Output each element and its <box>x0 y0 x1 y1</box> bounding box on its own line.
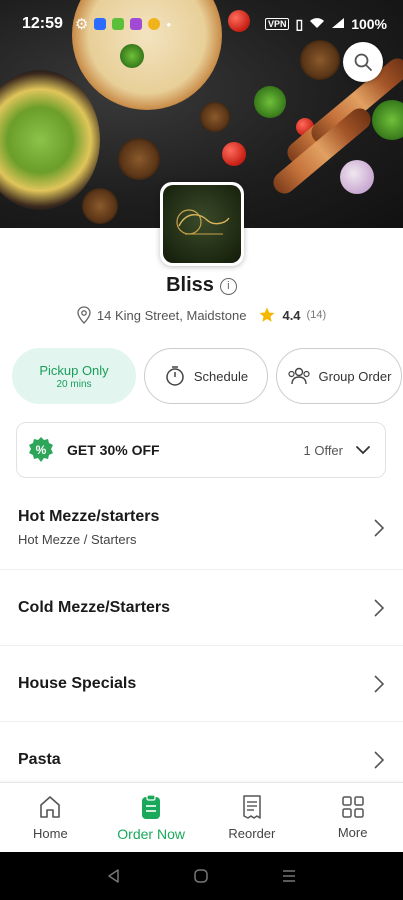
app-icon <box>94 18 107 30</box>
menu-categories: Hot Mezze/starters Hot Mezze / Starters … <box>0 486 403 798</box>
timer-icon <box>166 366 184 386</box>
tomato-image <box>222 142 246 166</box>
search-icon <box>354 53 372 71</box>
recents-icon[interactable] <box>281 868 297 884</box>
pickup-time: 20 mins <box>56 378 92 390</box>
bottom-nav: Home Order Now Reorder More <box>0 782 403 852</box>
order-options: Pickup Only 20 mins Schedule Group Order <box>12 348 402 404</box>
receipt-icon <box>243 795 261 819</box>
back-icon[interactable] <box>106 868 122 884</box>
home-icon <box>40 796 61 818</box>
category-title: House Specials <box>18 674 137 692</box>
search-button[interactable] <box>343 42 383 82</box>
notification-icons: ⚙ ● <box>75 15 171 33</box>
group-icon <box>287 367 310 385</box>
category-subtitle: Hot Mezze / Starters <box>18 532 137 547</box>
chevron-right-icon <box>374 598 385 617</box>
wifi-icon <box>309 16 325 32</box>
category-title: Pasta <box>18 751 61 768</box>
vpn-icon: VPN <box>264 18 290 30</box>
order-icon <box>142 793 161 819</box>
schedule-label: Schedule <box>193 368 249 384</box>
restaurant-logo <box>160 182 244 266</box>
herb-image <box>254 86 286 118</box>
app-icon <box>148 18 161 30</box>
chevron-right-icon <box>374 674 385 693</box>
category-title: Cold Mezze/Starters <box>18 598 171 616</box>
info-icon[interactable]: i <box>219 278 237 295</box>
discount-badge-icon: % <box>27 436 55 464</box>
offer-count: 1 Offer <box>303 442 343 458</box>
menu-category-cold-mezze[interactable]: Cold Mezze/Starters <box>0 570 403 646</box>
review-count: (14) <box>306 309 327 321</box>
nav-label: Home <box>33 826 68 841</box>
nav-label: More <box>337 825 368 840</box>
gear-icon: ⚙ <box>74 16 89 33</box>
app-icon <box>130 18 143 30</box>
category-title: Hot Mezze/starters <box>18 508 160 525</box>
offer-title: GET 30% OFF <box>67 442 160 458</box>
status-right: VPN ▯ 100% <box>264 15 387 33</box>
badge-percent: % <box>35 443 47 457</box>
bowl-image <box>82 188 118 224</box>
signal-icon <box>331 16 345 32</box>
restaurant-address: 14 King Street, Maidstone <box>96 307 247 323</box>
nav-more[interactable]: More <box>302 783 403 852</box>
vibrate-icon: ▯ <box>295 15 304 32</box>
nav-reorder[interactable]: Reorder <box>202 783 303 852</box>
herb-image <box>372 100 403 140</box>
menu-category-hot-mezze[interactable]: Hot Mezze/starters Hot Mezze / Starters <box>0 486 403 570</box>
app-icon <box>112 18 125 30</box>
chevron-right-icon <box>374 518 385 537</box>
group-order-label: Group Order <box>318 368 392 384</box>
star-icon <box>259 307 275 322</box>
chevron-down-icon[interactable] <box>355 445 371 455</box>
logo-emblem <box>176 209 230 235</box>
nav-label: Reorder <box>228 826 276 841</box>
location-pin-icon <box>77 306 91 324</box>
nav-home[interactable]: Home <box>0 783 101 852</box>
address-row: 14 King Street, Maidstone 4.4 (14) <box>0 306 403 324</box>
bowl-image <box>118 138 160 180</box>
status-time: 12:59 <box>22 15 63 32</box>
battery-text: 100% <box>351 16 387 32</box>
pickup-label: Pickup Only <box>39 362 109 378</box>
salad-image <box>0 70 100 210</box>
group-order-chip[interactable]: Group Order <box>276 348 402 404</box>
onion-image <box>340 160 374 194</box>
schedule-chip[interactable]: Schedule <box>144 348 268 404</box>
restaurant-name-row: Bliss i <box>0 274 403 297</box>
pickup-chip[interactable]: Pickup Only 20 mins <box>12 348 136 404</box>
status-bar: 12:59 ⚙ ● VPN ▯ 100% <box>0 0 403 48</box>
restaurant-name: Bliss <box>166 274 214 296</box>
menu-category-house-specials[interactable]: House Specials <box>0 646 403 722</box>
rating-value: 4.4 <box>282 307 301 323</box>
offer-banner[interactable]: % GET 30% OFF 1 Offer <box>16 422 386 478</box>
nav-order-now[interactable]: Order Now <box>101 783 202 852</box>
system-nav-bar <box>0 852 403 900</box>
bowl-image <box>200 102 230 132</box>
home-circle-icon[interactable] <box>193 868 209 884</box>
grid-icon <box>341 796 364 818</box>
nav-label: Order Now <box>117 825 185 842</box>
chevron-right-icon <box>374 751 385 769</box>
dot-icon: ● <box>166 19 172 29</box>
